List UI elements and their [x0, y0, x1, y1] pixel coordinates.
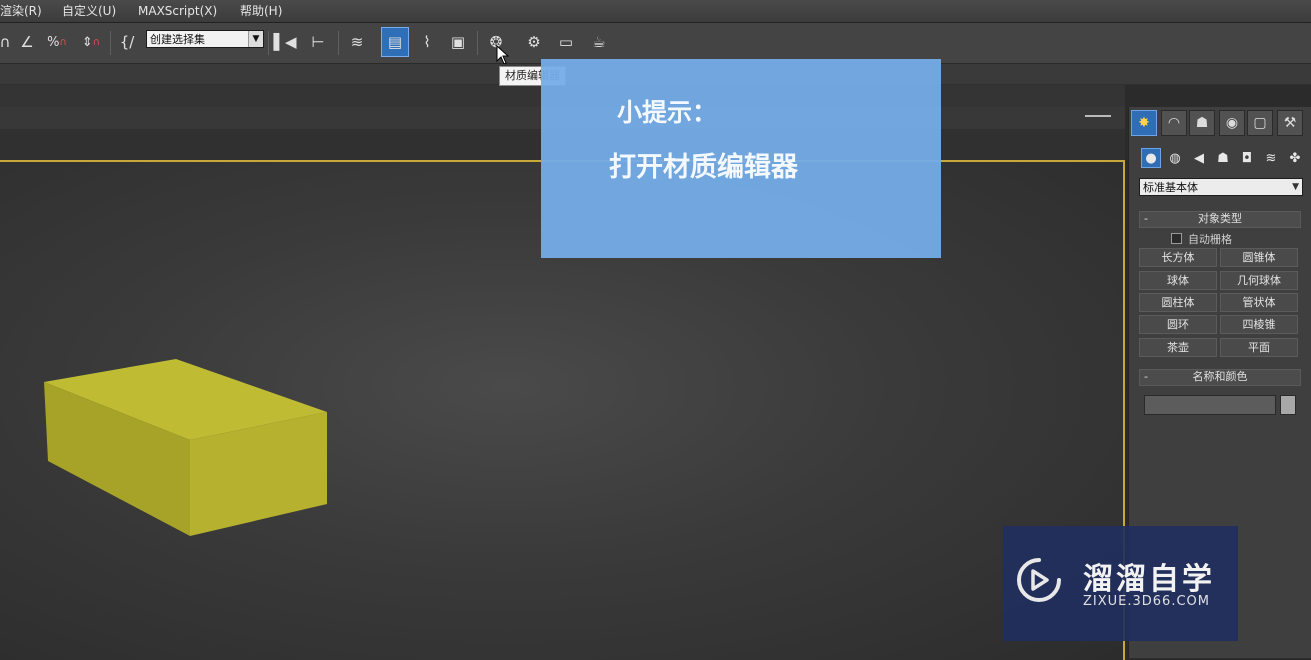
sphere-button[interactable]: 球体: [1139, 271, 1217, 290]
display-tab-icon[interactable]: ▢: [1247, 110, 1273, 136]
minimize-icon[interactable]: [1085, 115, 1111, 123]
mirror-icon[interactable]: ▌◀: [272, 28, 298, 56]
layer-manager-icon[interactable]: ≋: [344, 28, 370, 56]
motion-tab-icon[interactable]: ◉: [1219, 110, 1245, 136]
align-icon[interactable]: ⊢: [305, 28, 331, 56]
percent-snap-icon[interactable]: % ∩: [44, 28, 70, 56]
object-name-field[interactable]: [1144, 395, 1276, 415]
hint-text: 打开材质编辑器: [609, 152, 798, 183]
utilities-tab-icon[interactable]: ⚒: [1277, 110, 1303, 136]
edit-named-selection-icon[interactable]: {/: [114, 28, 140, 56]
space-warps-icon[interactable]: ≋: [1261, 148, 1281, 168]
angle-snap-icon[interactable]: ∠: [14, 28, 40, 56]
shapes-icon[interactable]: ◍: [1165, 148, 1185, 168]
object-color-swatch[interactable]: [1280, 395, 1296, 415]
render-setup-icon[interactable]: ⚙: [521, 28, 547, 56]
watermark-brand: 溜溜自学: [1083, 562, 1215, 597]
tube-button[interactable]: 管状体: [1220, 293, 1298, 312]
create-tab-icon[interactable]: ✸: [1131, 110, 1157, 136]
rendered-frame-window-icon[interactable]: ▭: [553, 28, 579, 56]
cone-button[interactable]: 圆锥体: [1220, 248, 1298, 267]
teapot-button[interactable]: 茶壶: [1139, 338, 1217, 357]
chevron-down-icon: ▼: [1292, 182, 1299, 192]
object-category-dropdown[interactable]: 标准基本体 ▼: [1139, 178, 1303, 196]
chevron-down-icon: ▼: [248, 31, 263, 47]
name-color-rollout-header[interactable]: - 名称和颜色: [1139, 369, 1301, 386]
curve-editor-icon[interactable]: ⌇: [414, 28, 440, 56]
hint-title: 小提示：: [617, 98, 718, 127]
pyramid-button[interactable]: 四棱锥: [1220, 315, 1298, 334]
plane-button[interactable]: 平面: [1220, 338, 1298, 357]
watermark-url: ZIXUE.3D66.COM: [1083, 594, 1210, 609]
menu-customize[interactable]: 自定义(U): [62, 0, 116, 22]
render-production-icon[interactable]: ☕: [586, 28, 612, 56]
menu-rendering[interactable]: 渲染(R): [0, 0, 42, 22]
hint-overlay: 小提示： 打开材质编辑器: [541, 59, 941, 258]
menu-maxscript[interactable]: MAXScript(X): [138, 0, 217, 22]
helpers-icon[interactable]: ◘: [1237, 148, 1257, 168]
cylinder-button[interactable]: 圆柱体: [1139, 293, 1217, 312]
auto-grid-checkbox[interactable]: 自动栅格: [1171, 231, 1232, 247]
lights-icon[interactable]: ◀: [1189, 148, 1209, 168]
spinner-snap-icon[interactable]: ⇕ ∩: [78, 28, 104, 56]
box-object[interactable]: [42, 358, 332, 538]
menu-help[interactable]: 帮助(H): [240, 0, 282, 22]
geometry-icon[interactable]: ●: [1141, 148, 1161, 168]
hierarchy-tab-icon[interactable]: ☗: [1189, 110, 1215, 136]
schematic-view-icon[interactable]: ▣: [445, 28, 471, 56]
watermark: 溜溜自学 ZIXUE.3D66.COM: [1003, 526, 1238, 641]
graphite-ribbon-icon[interactable]: ▤: [381, 27, 409, 57]
main-toolbar: ∩ ∠ % ∩ ⇕ ∩ {/ 创建选择集 ▼ ▌◀ ⊢ ≋ ▤ ⌇ ▣ ❂ ⚙ ▭ …: [0, 23, 1311, 64]
torus-button[interactable]: 圆环: [1139, 315, 1217, 334]
play-logo-icon: [1017, 558, 1061, 602]
geosphere-button[interactable]: 几何球体: [1220, 271, 1298, 290]
cameras-icon[interactable]: ☗: [1213, 148, 1233, 168]
named-selection-set-dropdown[interactable]: 创建选择集 ▼: [146, 30, 264, 48]
systems-icon[interactable]: ✤: [1285, 148, 1305, 168]
object-type-rollout-header[interactable]: - 对象类型: [1139, 211, 1301, 228]
box-button[interactable]: 长方体: [1139, 248, 1217, 267]
menu-bar: 渲染(R) 自定义(U) MAXScript(X) 帮助(H): [0, 0, 1311, 23]
modify-tab-icon[interactable]: ◠: [1161, 110, 1187, 136]
